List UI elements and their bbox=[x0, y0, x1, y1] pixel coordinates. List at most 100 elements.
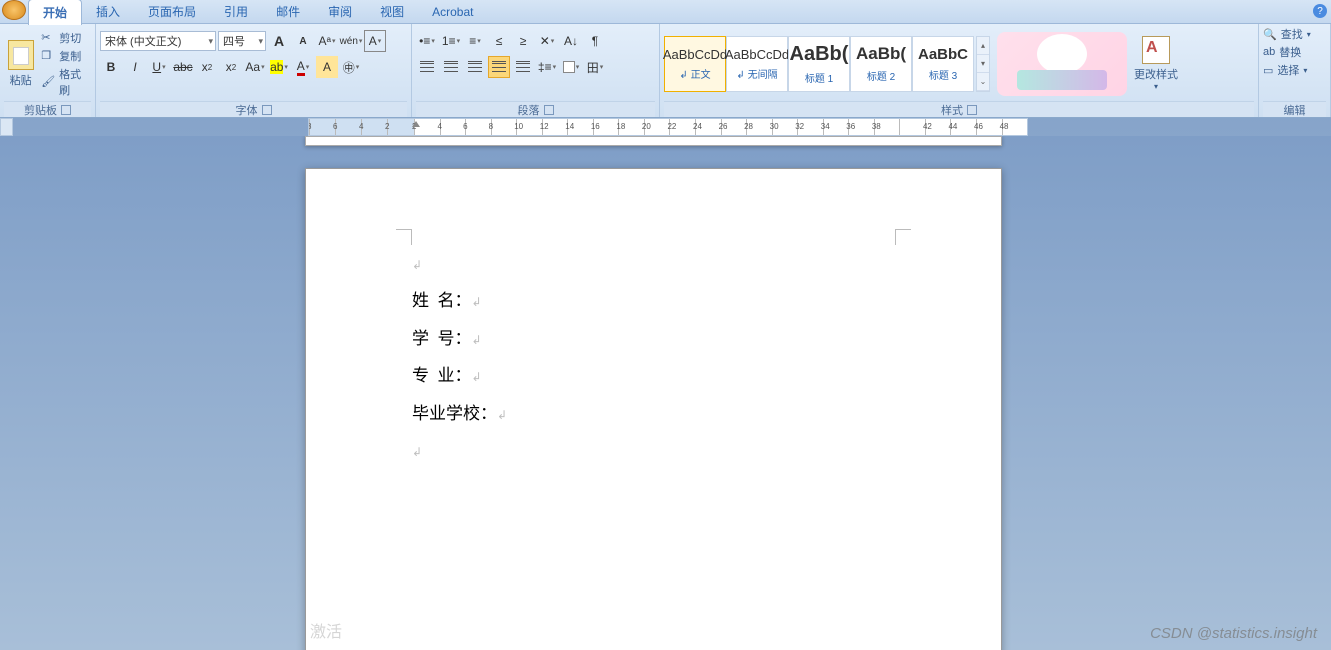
style-card-2[interactable]: AaBb(标题 1 bbox=[788, 36, 850, 92]
para-launcher[interactable] bbox=[544, 105, 554, 115]
select-button[interactable]: ▭选择▾ bbox=[1263, 62, 1307, 78]
text-id-1: 学 bbox=[412, 329, 438, 348]
underline-button[interactable]: U bbox=[148, 56, 170, 78]
copy-button[interactable]: ❐ 复制 bbox=[41, 48, 91, 64]
find-icon: 🔍 bbox=[1263, 28, 1277, 41]
strikethrough-button[interactable]: abc bbox=[172, 56, 194, 78]
multilevel-button[interactable]: ≡ bbox=[464, 30, 486, 52]
help-icon[interactable]: ? bbox=[1313, 4, 1327, 18]
scissors-icon: ✂ bbox=[41, 31, 55, 45]
margin-corner-tl bbox=[396, 229, 412, 245]
para-group-label: 段落 bbox=[518, 102, 540, 118]
superscript-button[interactable]: x2 bbox=[220, 56, 242, 78]
para-mark-icon: ↲ bbox=[412, 258, 422, 272]
style-card-4[interactable]: AaBbC标题 3 bbox=[912, 36, 974, 92]
grow-font-button[interactable]: A bbox=[268, 30, 290, 52]
asian-layout-button[interactable]: ✕ bbox=[536, 30, 558, 52]
paste-button[interactable]: 粘贴 bbox=[4, 40, 37, 88]
align-justify-button[interactable] bbox=[488, 56, 510, 78]
italic-button[interactable]: I bbox=[124, 56, 146, 78]
align-center-button[interactable] bbox=[440, 56, 462, 78]
numbering-button[interactable]: 1≡ bbox=[440, 30, 462, 52]
bold-button[interactable]: B bbox=[100, 56, 122, 78]
format-painter-button[interactable]: 🖌格式刷 bbox=[41, 66, 91, 98]
paste-label: 粘贴 bbox=[10, 72, 32, 88]
tab-references[interactable]: 引用 bbox=[210, 0, 262, 24]
change-styles-button[interactable]: 更改样式▾ bbox=[1134, 36, 1178, 91]
replace-icon: ab bbox=[1263, 46, 1275, 58]
find-label: 查找 bbox=[1281, 26, 1303, 42]
paste-icon bbox=[8, 40, 34, 70]
clipboard-group-label: 剪贴板 bbox=[24, 102, 57, 118]
bullets-button[interactable]: •≡ bbox=[416, 30, 438, 52]
cut-button[interactable]: ✂ 剪切 bbox=[41, 30, 91, 46]
replace-label: 替换 bbox=[1279, 44, 1301, 60]
font-name-combo[interactable]: 宋体 (中文正文) bbox=[100, 31, 216, 51]
decorative-mascot bbox=[992, 32, 1132, 96]
tab-home[interactable]: 开始 bbox=[28, 0, 82, 25]
document-workarea: ↲ 姓名：↲ 学号：↲ 专业：↲ 毕业学校：↲ ↲ bbox=[0, 136, 1331, 650]
text-id-2: 号： bbox=[438, 329, 472, 348]
text-major-2: 业： bbox=[438, 366, 472, 385]
line-spacing-button[interactable]: ‡≡ bbox=[536, 56, 558, 78]
style-gallery-scroll[interactable]: ▴▾⌄ bbox=[976, 36, 990, 92]
show-marks-button[interactable]: ¶ bbox=[584, 30, 606, 52]
char-shading-button[interactable]: A bbox=[316, 56, 338, 78]
first-line-indent-marker[interactable] bbox=[412, 119, 420, 127]
change-case-button[interactable]: Aa bbox=[244, 56, 266, 78]
enclose-char-button[interactable]: ㊥ bbox=[340, 56, 362, 78]
change-styles-label: 更改样式 bbox=[1134, 66, 1178, 82]
document-content[interactable]: ↲ 姓名：↲ 学号：↲ 专业：↲ 毕业学校：↲ ↲ bbox=[412, 245, 895, 469]
shading-para-button[interactable] bbox=[560, 56, 582, 78]
clear-formatting-button[interactable]: Aᵃ bbox=[316, 30, 338, 52]
document-page[interactable]: ↲ 姓名：↲ 学号：↲ 专业：↲ 毕业学校：↲ ↲ bbox=[305, 168, 1002, 650]
tab-layout[interactable]: 页面布局 bbox=[134, 0, 210, 24]
previous-page-edge bbox=[305, 136, 1002, 146]
font-color-button[interactable]: A bbox=[292, 56, 314, 78]
painter-label: 格式刷 bbox=[59, 66, 91, 98]
tab-acrobat[interactable]: Acrobat bbox=[418, 1, 487, 23]
font-launcher[interactable] bbox=[262, 105, 272, 115]
shrink-font-button[interactable]: A bbox=[292, 30, 314, 52]
style-card-0[interactable]: AaBbCcDd↲ 正文 bbox=[664, 36, 726, 92]
style-card-1[interactable]: AaBbCcDd↲ 无间隔 bbox=[726, 36, 788, 92]
office-button[interactable] bbox=[2, 0, 26, 20]
font-size-combo[interactable]: 四号 bbox=[218, 31, 266, 51]
replace-button[interactable]: ab 替换 bbox=[1263, 44, 1301, 60]
phonetic-guide-button[interactable]: wén bbox=[340, 30, 362, 52]
styles-group-label: 样式 bbox=[941, 102, 963, 118]
tab-mail[interactable]: 邮件 bbox=[262, 0, 314, 24]
find-button[interactable]: 🔍查找▾ bbox=[1263, 26, 1311, 42]
tab-insert[interactable]: 插入 bbox=[82, 0, 134, 24]
tab-view[interactable]: 视图 bbox=[366, 0, 418, 24]
activate-watermark: 激活 bbox=[310, 618, 342, 642]
clipboard-launcher[interactable] bbox=[61, 105, 71, 115]
text-name-2: 名： bbox=[438, 291, 472, 310]
sort-button[interactable]: A↓ bbox=[560, 30, 582, 52]
ribbon-tabs: 开始 插入 页面布局 引用 邮件 审阅 视图 Acrobat bbox=[0, 0, 1331, 24]
cut-label: 剪切 bbox=[59, 30, 81, 46]
borders-para-button[interactable]: 田 bbox=[584, 56, 606, 78]
select-icon: ▭ bbox=[1263, 64, 1273, 77]
highlight-button[interactable]: ab bbox=[268, 56, 290, 78]
text-major-1: 专 bbox=[412, 366, 438, 385]
margin-corner-tr bbox=[895, 229, 911, 245]
text-school: 毕业学校： bbox=[412, 404, 497, 423]
copy-icon: ❐ bbox=[41, 49, 55, 63]
styles-launcher[interactable] bbox=[967, 105, 977, 115]
increase-indent-button[interactable]: ≥ bbox=[512, 30, 534, 52]
horizontal-ruler[interactable]: 8642 24681012141618202224262830323436384… bbox=[308, 118, 1028, 136]
ribbon: 粘贴 ✂剪切 ❐复制 🖌格式刷 剪贴板 宋体 (中文正文) 四号 A A Aᵃ … bbox=[0, 24, 1331, 118]
decrease-indent-button[interactable]: ≤ bbox=[488, 30, 510, 52]
char-border-button[interactable]: A bbox=[364, 30, 386, 52]
text-name-1: 姓 bbox=[412, 291, 438, 310]
tab-review[interactable]: 审阅 bbox=[314, 0, 366, 24]
style-card-3[interactable]: AaBb(标题 2 bbox=[850, 36, 912, 92]
font-group-label: 字体 bbox=[236, 102, 258, 118]
copy-label: 复制 bbox=[59, 48, 81, 64]
subscript-button[interactable]: x2 bbox=[196, 56, 218, 78]
align-distribute-button[interactable] bbox=[512, 56, 534, 78]
tab-selector[interactable] bbox=[0, 118, 13, 136]
align-right-button[interactable] bbox=[464, 56, 486, 78]
align-left-button[interactable] bbox=[416, 56, 438, 78]
